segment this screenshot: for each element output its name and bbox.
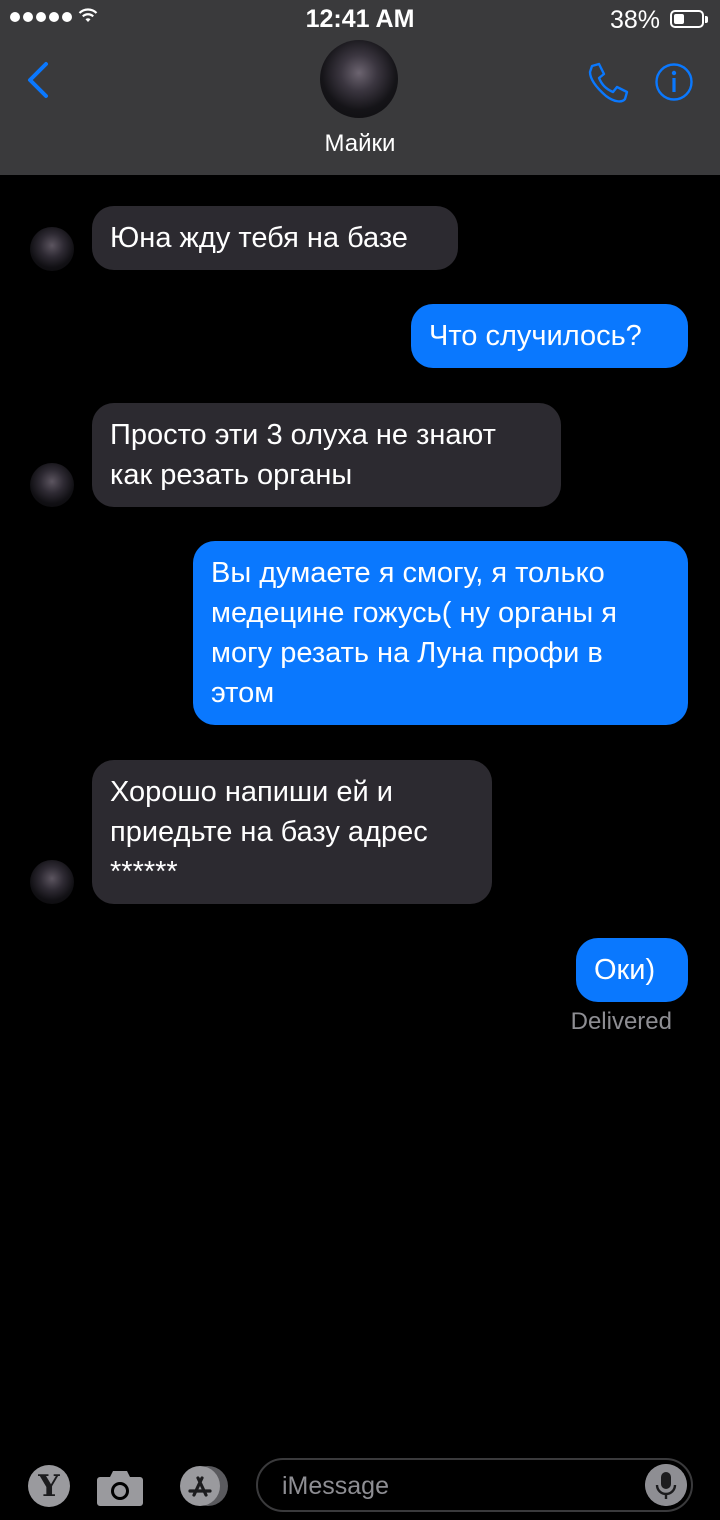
message-bubble-incoming[interactable]: Юна жду тебя на базе xyxy=(92,206,458,270)
delivered-status: Delivered xyxy=(570,1008,672,1035)
sender-avatar[interactable] xyxy=(30,227,74,271)
battery-level-fill xyxy=(674,14,684,24)
chevron-left-icon xyxy=(28,62,48,98)
camera-icon xyxy=(97,1471,143,1506)
app-y-button[interactable]: Y xyxy=(28,1465,70,1507)
back-button[interactable] xyxy=(20,60,60,100)
sender-avatar[interactable] xyxy=(30,463,74,507)
contact-name[interactable]: Майки xyxy=(0,130,720,158)
message-bubble-outgoing[interactable]: Оки) xyxy=(576,938,688,1002)
message-bubble-outgoing[interactable]: Вы думаете я смогу, я только медецине го… xyxy=(193,541,688,725)
info-icon xyxy=(655,63,693,101)
battery-icon xyxy=(670,10,708,28)
info-button[interactable] xyxy=(654,62,694,102)
contact-avatar[interactable] xyxy=(320,40,398,118)
phone-icon xyxy=(588,62,629,103)
microphone-icon xyxy=(645,1464,687,1506)
sender-avatar[interactable] xyxy=(30,860,74,904)
message-bubble-outgoing[interactable]: Что случилось? xyxy=(411,304,688,368)
message-bubble-incoming[interactable]: Хорошо напиши ей и приедьте на базу адре… xyxy=(92,760,492,904)
composer-bar: Y xyxy=(0,1445,720,1520)
status-bar: 12:41 AM 38% xyxy=(0,0,720,40)
message-input-field[interactable] xyxy=(256,1458,693,1512)
conversation-header: Майки xyxy=(0,40,720,175)
app-store-icon xyxy=(180,1466,228,1506)
imessage-input[interactable] xyxy=(280,1460,644,1512)
microphone-button[interactable] xyxy=(645,1464,687,1506)
battery-percent: 38% xyxy=(609,6,660,34)
camera-button[interactable] xyxy=(96,1467,144,1507)
appstore-button[interactable] xyxy=(174,1465,230,1507)
message-bubble-incoming[interactable]: Просто эти 3 олуха не знают как резать о… xyxy=(92,403,561,507)
phone-button[interactable] xyxy=(584,60,630,106)
